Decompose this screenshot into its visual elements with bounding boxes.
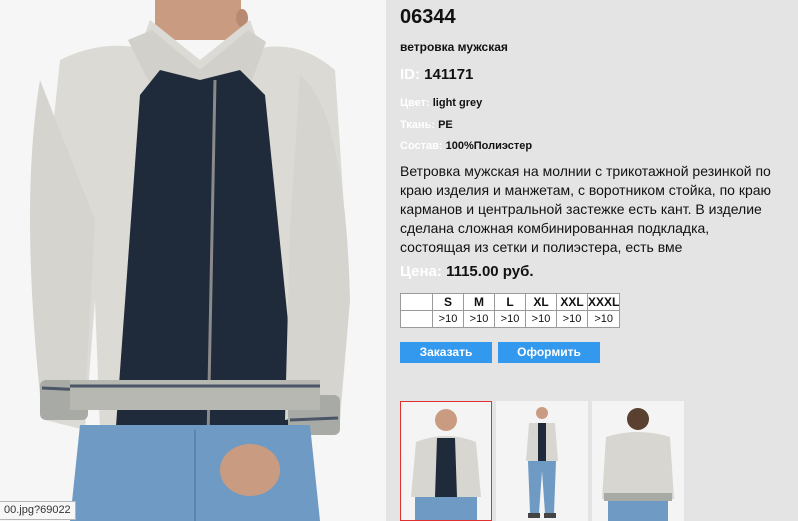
size-header-cell: XXXL bbox=[586, 293, 621, 311]
size-header-cell: XXL bbox=[556, 293, 588, 311]
id-label: ID: bbox=[400, 66, 420, 83]
product-sku-title: 06344 bbox=[400, 6, 456, 28]
size-header-cell: XL bbox=[525, 293, 557, 311]
size-header-cell: M bbox=[463, 293, 495, 311]
fabric-value: PE bbox=[438, 119, 453, 131]
size-availability-table: S M L XL XXL XXXL >10 >10 >10 >10 >10 >1… bbox=[400, 293, 621, 328]
size-stock-cell: >10 bbox=[463, 310, 495, 328]
size-stock-cell: >10 bbox=[494, 310, 526, 328]
composition-label: Состав: bbox=[400, 140, 443, 152]
price-label: Цена: bbox=[400, 263, 442, 280]
status-url-tooltip: 00.jpg?69022 bbox=[0, 501, 76, 520]
composition-row: Состав: 100%Полиэстер bbox=[400, 140, 532, 152]
main-product-photo[interactable] bbox=[0, 0, 386, 521]
color-row: Цвет: light grey bbox=[400, 97, 482, 109]
id-value: 141171 bbox=[424, 66, 474, 83]
fabric-row: Ткань: PE bbox=[400, 119, 453, 131]
product-subtitle: ветровка мужская bbox=[400, 40, 508, 54]
size-stock-cell: >10 bbox=[432, 310, 464, 328]
size-stock-row: >10 >10 >10 >10 >10 >10 bbox=[400, 310, 621, 328]
product-id-row: ID: 141171 bbox=[400, 66, 473, 83]
size-header-cell: S bbox=[432, 293, 464, 311]
color-label: Цвет: bbox=[400, 97, 430, 109]
size-header-blank bbox=[400, 293, 433, 311]
fabric-label: Ткань: bbox=[400, 119, 435, 131]
product-description: Ветровка мужская на молнии с трикотажной… bbox=[400, 163, 772, 255]
composition-value: 100%Полиэстер bbox=[445, 140, 533, 152]
thumbnail-full-body[interactable] bbox=[496, 401, 588, 521]
order-button[interactable]: Заказать bbox=[400, 342, 492, 363]
color-value: light grey bbox=[432, 97, 483, 109]
price-value: 1115.00 руб. bbox=[446, 263, 534, 280]
price-row: Цена: 1115.00 руб. bbox=[400, 263, 534, 280]
checkout-button[interactable]: Оформить bbox=[498, 342, 600, 363]
size-stock-blank bbox=[400, 310, 433, 328]
thumbnail-back-view[interactable] bbox=[592, 401, 684, 521]
size-stock-cell: >10 bbox=[556, 310, 588, 328]
size-stock-cell: >10 bbox=[525, 310, 557, 328]
size-header-cell: L bbox=[494, 293, 526, 311]
thumbnail-front-closeup[interactable] bbox=[400, 401, 492, 521]
size-stock-cell: >10 bbox=[586, 310, 621, 328]
size-header-row: S M L XL XXL XXXL bbox=[400, 293, 621, 311]
